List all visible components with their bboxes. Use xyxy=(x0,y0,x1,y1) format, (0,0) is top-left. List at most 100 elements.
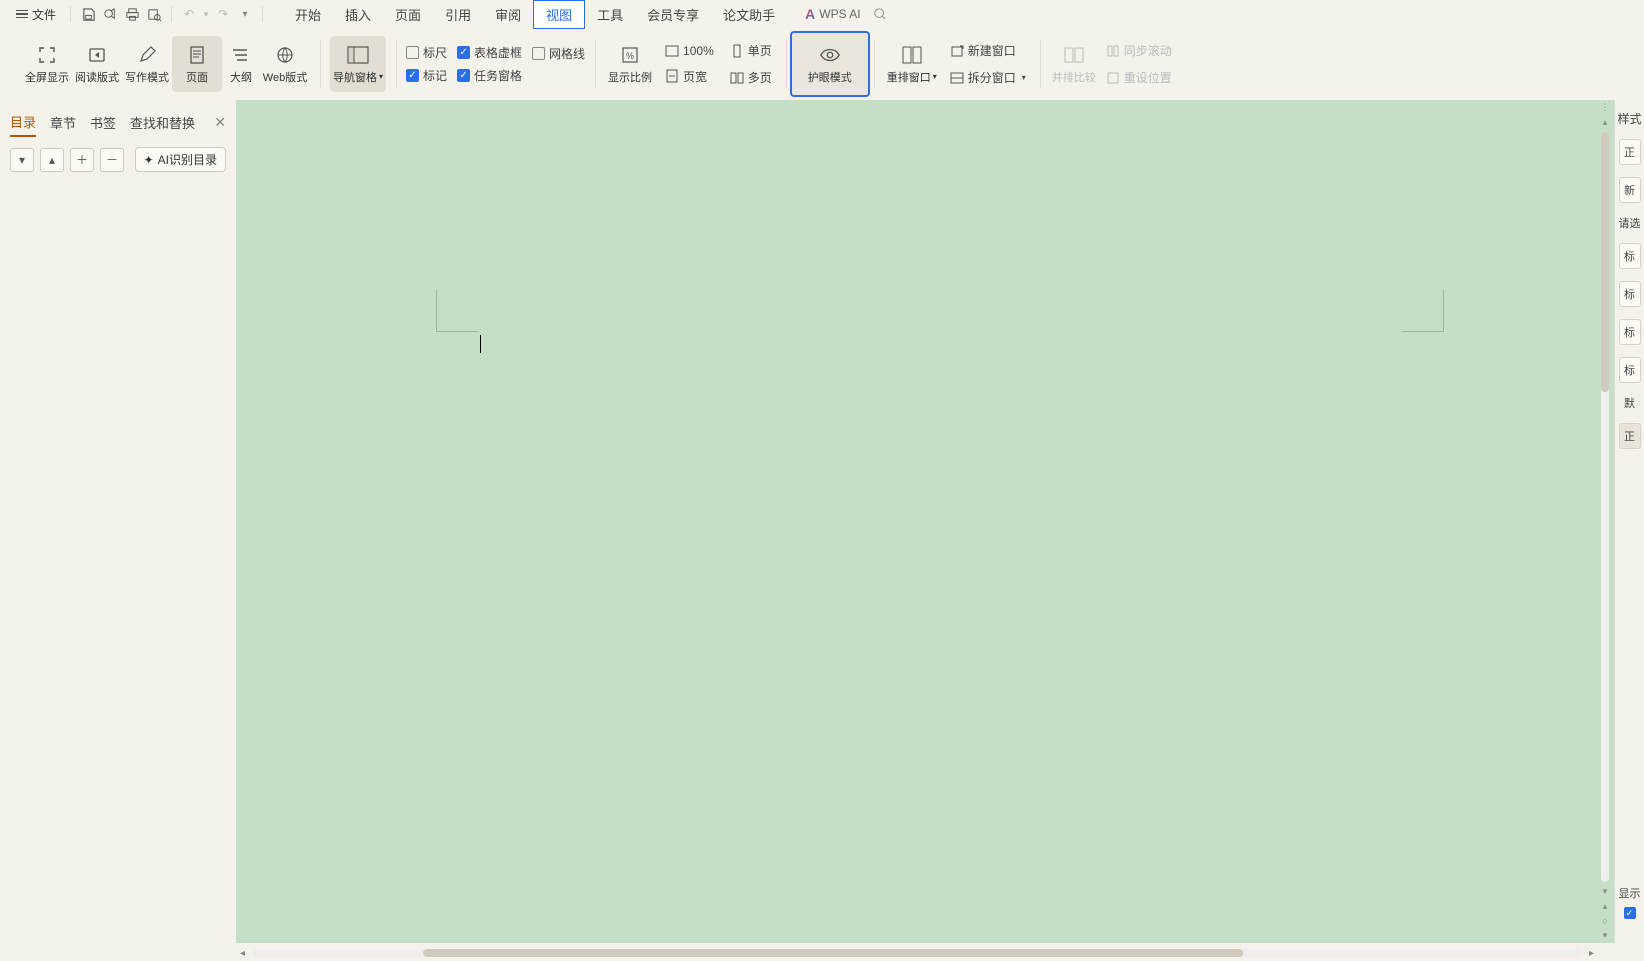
page-icon xyxy=(186,44,208,66)
multi-page-button[interactable]: 多页 xyxy=(726,67,776,88)
tab-tools[interactable]: 工具 xyxy=(585,1,635,28)
table-frame-checkbox[interactable]: ✓表格虚框 xyxy=(457,44,522,61)
wps-ai-button[interactable]: A WPS AI xyxy=(805,6,860,22)
style-item[interactable]: 标 xyxy=(1619,281,1641,307)
save-button[interactable] xyxy=(77,3,99,25)
tab-member[interactable]: 会员专享 xyxy=(635,1,711,28)
marks-checkbox[interactable]: ✓标记 xyxy=(406,67,447,84)
vscroll-track[interactable] xyxy=(1601,132,1609,882)
arrange-icon xyxy=(901,44,923,66)
style-item[interactable]: 标 xyxy=(1619,243,1641,269)
sync-label: 同步滚动 xyxy=(1124,42,1172,59)
undo-dropdown[interactable]: ▾ xyxy=(200,3,212,25)
task-pane-label: 任务窗格 xyxy=(474,67,522,84)
nav-close-button[interactable]: ✕ xyxy=(214,114,226,131)
gridlines-label: 网格线 xyxy=(549,45,585,62)
hamburger-icon xyxy=(16,10,28,19)
tab-review[interactable]: 审阅 xyxy=(483,1,533,28)
ruler-checkbox[interactable]: 标尺 xyxy=(406,44,447,61)
qat-more[interactable]: ▾ xyxy=(234,3,256,25)
views-group: 全屏显示 阅读版式 写作模式 页面 大纲 Web版式 xyxy=(12,32,320,96)
pagewidth-label: 页宽 xyxy=(683,68,707,85)
style-item[interactable]: 正 xyxy=(1619,139,1641,165)
page-width-button[interactable]: 页宽 xyxy=(661,66,718,87)
tab-thesis[interactable]: 论文助手 xyxy=(711,1,787,28)
reset-icon xyxy=(1106,71,1120,85)
nav-tab-chapter[interactable]: 章节 xyxy=(50,109,76,136)
arrange-window-button[interactable]: 重排窗口▾ xyxy=(884,36,940,92)
new-window-button[interactable]: 新建窗口 xyxy=(946,40,1030,61)
styles-pane: 样式 正 新 请选 标 标 标 标 默 正 显示 ✓ xyxy=(1614,100,1644,943)
tab-reference[interactable]: 引用 xyxy=(433,1,483,28)
tab-insert[interactable]: 插入 xyxy=(333,1,383,28)
tab-view[interactable]: 视图 xyxy=(533,0,585,29)
compare-group: 并排比较 同步滚动 重设位置 xyxy=(1040,32,1186,96)
document-canvas[interactable] xyxy=(236,100,1644,943)
file-menu[interactable]: 文件 xyxy=(8,4,64,25)
scroll-up-arrow[interactable]: ▴ xyxy=(1601,115,1610,130)
chevron-down-icon: ▾ xyxy=(379,72,383,81)
outline-button[interactable]: 大纲 xyxy=(222,36,260,92)
gridlines-checkbox[interactable]: 网格线 xyxy=(532,45,585,62)
separator xyxy=(70,6,71,22)
ai-recognize-toc-button[interactable]: ✦ AI识别目录 xyxy=(135,147,226,172)
zoom-100-button[interactable]: 100% xyxy=(661,42,718,60)
print-preview-button[interactable] xyxy=(143,3,165,25)
multipage-icon xyxy=(730,71,744,85)
remove-button[interactable]: － xyxy=(100,148,124,172)
text-cursor xyxy=(480,335,481,353)
style-item[interactable]: 新 xyxy=(1619,177,1641,203)
page-view-button[interactable]: 页面 xyxy=(172,36,222,92)
search-button[interactable] xyxy=(869,3,891,25)
style-item-active[interactable]: 正 xyxy=(1619,423,1641,449)
undo-button[interactable]: ↶ xyxy=(178,3,200,25)
nav-pane-button[interactable]: 导航窗格▾ xyxy=(330,36,386,92)
style-default: 默 xyxy=(1624,395,1635,411)
vscroll-thumb[interactable] xyxy=(1601,132,1609,392)
next-page-icon[interactable]: ▾ xyxy=(1601,928,1610,943)
web-view-button[interactable]: Web版式 xyxy=(260,36,310,92)
nav-tab-toc[interactable]: 目录 xyxy=(10,108,36,137)
tab-start[interactable]: 开始 xyxy=(283,1,333,28)
redo-button[interactable]: ↷ xyxy=(212,3,234,25)
outline-icon xyxy=(230,44,252,66)
style-item[interactable]: 标 xyxy=(1619,319,1641,345)
horizontal-scrollbar[interactable]: ◂ ▸ xyxy=(236,945,1598,961)
document-page xyxy=(390,130,1490,943)
hundred-icon xyxy=(665,44,679,58)
fullscreen-button[interactable]: 全屏显示 xyxy=(22,36,72,92)
single-page-button[interactable]: 单页 xyxy=(726,40,776,61)
style-item[interactable]: 标 xyxy=(1619,357,1641,383)
tab-page[interactable]: 页面 xyxy=(383,1,433,28)
prev-page-icon[interactable]: ▴ xyxy=(1601,899,1610,914)
export-button[interactable] xyxy=(99,3,121,25)
sparkle-icon: ✦ xyxy=(144,153,154,167)
writing-mode-button[interactable]: 写作模式 xyxy=(122,36,172,92)
add-button[interactable]: ＋ xyxy=(70,148,94,172)
reading-icon xyxy=(86,44,108,66)
reading-mode-button[interactable]: 阅读版式 xyxy=(72,36,122,92)
hscroll-right-arrow[interactable]: ▸ xyxy=(1585,948,1598,959)
hscroll-track[interactable] xyxy=(253,949,1581,957)
zoom-ratio-button[interactable]: % 显示比例 xyxy=(605,36,655,92)
ribbon: 全屏显示 阅读版式 写作模式 页面 大纲 Web版式 导航窗格▾ xyxy=(0,28,1644,104)
nav-tab-find[interactable]: 查找和替换 xyxy=(130,109,195,136)
show-preview-checkbox[interactable]: ✓ xyxy=(1624,907,1636,919)
eye-mode-button[interactable]: 护眼模式 xyxy=(790,31,870,97)
sync-scroll-button: 同步滚动 xyxy=(1102,40,1176,61)
hscroll-left-arrow[interactable]: ◂ xyxy=(236,948,249,959)
nav-tab-bookmark[interactable]: 书签 xyxy=(90,109,116,136)
expand-down-button[interactable]: ▾ xyxy=(10,148,34,172)
nav-tabs: 目录 章节 书签 查找和替换 ✕ xyxy=(0,100,236,137)
side-by-side-button[interactable]: 并排比较 xyxy=(1050,36,1098,92)
hscroll-thumb[interactable] xyxy=(423,949,1243,957)
collapse-up-button[interactable]: ▴ xyxy=(40,148,64,172)
task-pane-checkbox[interactable]: ✓任务窗格 xyxy=(457,67,522,84)
vertical-scrollbar[interactable]: ⋮ ▴ ▾ ▴ ○ ▾ xyxy=(1598,100,1612,943)
scroll-down-arrow[interactable]: ▾ xyxy=(1601,884,1610,899)
print-button[interactable] xyxy=(121,3,143,25)
separator xyxy=(262,6,263,22)
scroll-options-icon[interactable]: ⋮ xyxy=(1599,100,1612,115)
browse-object-icon[interactable]: ○ xyxy=(1600,914,1609,928)
split-window-button[interactable]: 拆分窗口▾ xyxy=(946,67,1030,88)
